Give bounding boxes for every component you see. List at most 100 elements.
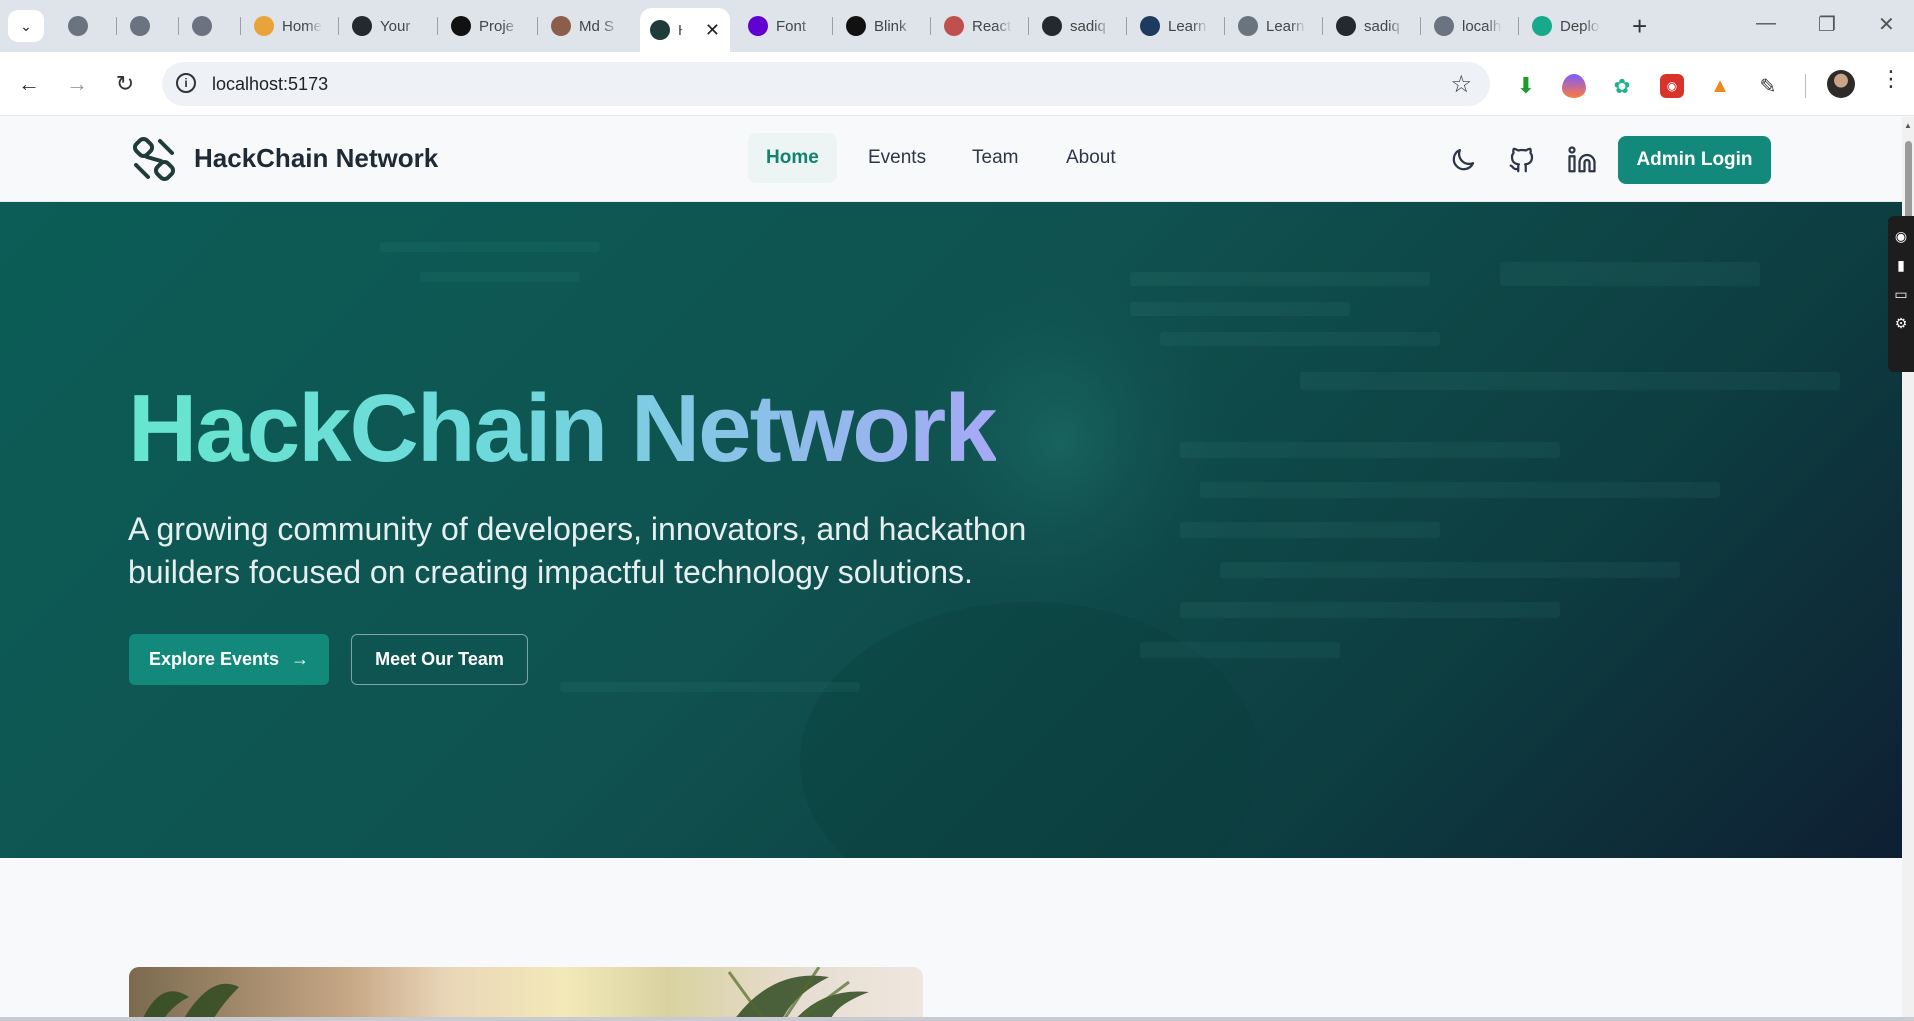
- metamask-extension-icon[interactable]: ▲: [1708, 74, 1732, 98]
- site-info-icon[interactable]: i: [176, 73, 196, 93]
- browser-menu-icon[interactable]: ⋮: [1880, 66, 1902, 92]
- minimize-button[interactable]: —: [1756, 12, 1776, 35]
- nav-team[interactable]: Team: [954, 133, 1036, 183]
- browser-tab[interactable]: [182, 8, 222, 44]
- browser-tab[interactable]: Blink: [836, 8, 924, 44]
- avatar-icon: [551, 16, 571, 36]
- forward-button[interactable]: →: [62, 70, 92, 98]
- browser-tab-title: Md S: [579, 17, 615, 35]
- tab-separator: [930, 17, 931, 35]
- yahoo-icon: [748, 16, 768, 36]
- tab-separator: [1126, 17, 1127, 35]
- screen-recorder-widget[interactable]: ◉ ▮ ▭ ⚙: [1888, 216, 1914, 372]
- address-bar[interactable]: i localhost:5173 ☆: [162, 62, 1490, 106]
- reload-button[interactable]: ↻: [110, 70, 140, 98]
- scrollbar-thumb[interactable]: [1905, 141, 1912, 221]
- globe-icon: [68, 16, 88, 36]
- nav-about[interactable]: About: [1048, 133, 1134, 183]
- linkedin-icon[interactable]: [1567, 145, 1597, 175]
- hero-subtitle: A growing community of developers, innov…: [128, 508, 1068, 594]
- github-icon: [1336, 16, 1356, 36]
- leaf-extension-icon[interactable]: ✿: [1610, 74, 1634, 98]
- browser-toolbar: ← → ↻ i localhost:5173 ☆ ⬇ ✿ ◉ ▲ ✎: [0, 52, 1914, 116]
- browser-tab-title: Learn: [1168, 17, 1207, 35]
- screen-icon[interactable]: ▭: [1888, 286, 1914, 303]
- download-extension-icon[interactable]: ⬇: [1514, 73, 1538, 98]
- browser-tab[interactable]: Your: [342, 8, 430, 44]
- home-site-icon: [254, 16, 274, 36]
- browser-tab[interactable]: Md S: [541, 8, 629, 44]
- devto-icon: [1140, 16, 1160, 36]
- address-url[interactable]: localhost:5173: [212, 74, 328, 95]
- openai-icon: [451, 16, 471, 36]
- browser-tab[interactable]: H✕: [640, 8, 730, 52]
- close-window-button[interactable]: ✕: [1878, 12, 1895, 37]
- site-header: HackChain Network Home Events Team About…: [0, 117, 1902, 202]
- browser-tab[interactable]: Learn: [1130, 8, 1218, 44]
- tab-separator: [537, 17, 538, 35]
- browser-tab[interactable]: [58, 8, 98, 44]
- browser-tab-title: Your: [380, 17, 411, 35]
- nav-home[interactable]: Home: [748, 133, 837, 183]
- video-icon[interactable]: ▮: [1888, 257, 1914, 274]
- tab-search-button[interactable]: ⌄: [8, 10, 44, 42]
- hackchain-icon: [650, 20, 670, 40]
- globe-icon: [1238, 16, 1258, 36]
- nav-events[interactable]: Events: [850, 133, 944, 183]
- browser-tab[interactable]: Deplo: [1522, 8, 1610, 44]
- browser-tab-title: Blink: [874, 17, 907, 35]
- flame-extension-icon[interactable]: [1562, 74, 1586, 98]
- browser-tab-title: localh: [1462, 17, 1502, 35]
- hackchain-logo-icon[interactable]: [130, 135, 178, 183]
- taskbar-edge: [0, 1017, 1914, 1021]
- browser-tab[interactable]: Home: [244, 8, 332, 44]
- browser-tab[interactable]: localh: [1424, 8, 1512, 44]
- tab-separator: [1420, 17, 1421, 35]
- browser-tab-title: Font: [776, 17, 807, 35]
- brand-name[interactable]: HackChain Network: [194, 143, 438, 174]
- profile-avatar[interactable]: [1827, 70, 1855, 98]
- browser-tab[interactable]: React: [934, 8, 1022, 44]
- back-button[interactable]: ←: [14, 70, 44, 98]
- github-icon: [352, 16, 372, 36]
- dark-mode-moon-icon[interactable]: [1448, 145, 1478, 175]
- tab-separator: [116, 17, 117, 35]
- browser-tab[interactable]: Font: [738, 8, 826, 44]
- browser-tab-title: H: [678, 22, 683, 39]
- image-icon: [944, 16, 964, 36]
- tab-separator: [1322, 17, 1323, 35]
- hero-title: HackChain Network: [128, 375, 998, 482]
- restore-button[interactable]: ❐: [1818, 12, 1836, 37]
- red-extension-icon[interactable]: ◉: [1660, 74, 1684, 98]
- browser-tab-title: sadiq: [1070, 17, 1106, 35]
- close-tab-icon[interactable]: ✕: [705, 20, 720, 41]
- globe-icon: [192, 16, 212, 36]
- browser-tab[interactable]: sadiq: [1326, 8, 1414, 44]
- camera-icon[interactable]: ◉: [1888, 228, 1914, 245]
- admin-login-button[interactable]: Admin Login: [1618, 136, 1771, 184]
- github-icon[interactable]: [1507, 145, 1537, 175]
- extensions-puzzle-icon[interactable]: ✎: [1756, 74, 1780, 98]
- browser-tab-title: Deplo: [1560, 17, 1600, 35]
- globe-icon: [1434, 16, 1454, 36]
- scroll-up-arrow-icon[interactable]: ▲: [1904, 121, 1912, 130]
- tab-separator: [178, 17, 179, 35]
- chevron-down-icon: ⌄: [20, 17, 32, 34]
- browser-tab[interactable]: sadiq: [1032, 8, 1120, 44]
- bookmark-star-icon[interactable]: ☆: [1450, 70, 1472, 99]
- settings-gear-icon[interactable]: ⚙: [1888, 315, 1914, 332]
- tab-separator: [1518, 17, 1519, 35]
- browser-tab-title: React: [972, 17, 1012, 35]
- new-tab-button[interactable]: +: [1632, 12, 1647, 40]
- browser-tab[interactable]: [120, 8, 160, 44]
- about-section-image: [129, 967, 923, 1021]
- hero-section: HackChain Network A growing community of…: [0, 202, 1902, 858]
- browser-tab[interactable]: Proje: [441, 8, 529, 44]
- browser-tab-title: Proje: [479, 17, 515, 35]
- tab-separator: [1224, 17, 1225, 35]
- github-icon: [1042, 16, 1062, 36]
- browser-tab[interactable]: Learn: [1228, 8, 1316, 44]
- tab-separator: [1028, 17, 1029, 35]
- meet-our-team-button[interactable]: Meet Our Team: [351, 634, 528, 685]
- explore-events-button[interactable]: Explore Events →: [129, 634, 329, 685]
